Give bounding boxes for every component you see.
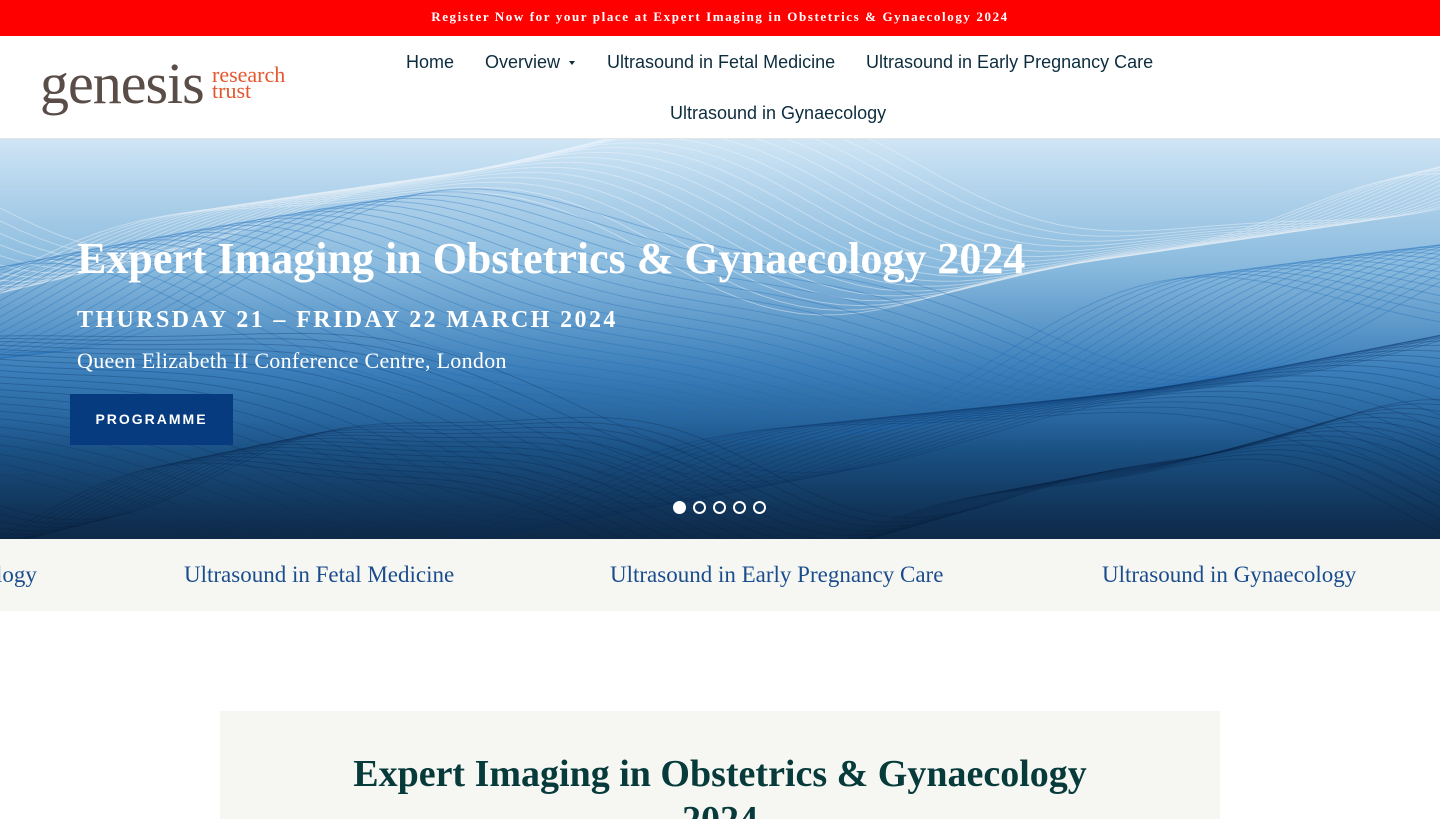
- programme-button[interactable]: PROGRAMME: [70, 394, 233, 445]
- slider-dots: [673, 501, 773, 515]
- slider-dot[interactable]: [693, 501, 706, 514]
- announcement-banner[interactable]: Register Now for your place at Expert Im…: [0, 0, 1440, 36]
- nav-early-pregnancy[interactable]: Ultrasound in Early Pregnancy Care: [866, 51, 1153, 73]
- site-header: genesis research trust Home Overview Ult…: [0, 36, 1440, 139]
- slider-dot[interactable]: [673, 501, 686, 514]
- ticker-item[interactable]: Ultrasound in Fetal Medicine: [184, 562, 454, 588]
- nav-overview-label: Overview: [485, 52, 561, 72]
- nav-home-label: Home: [406, 52, 455, 72]
- nav-fetal-medicine[interactable]: Ultrasound in Fetal Medicine: [607, 51, 835, 73]
- hero-title: Expert Imaging in Obstetrics & Gynaecolo…: [77, 234, 1026, 283]
- nav-home[interactable]: Home: [406, 51, 454, 73]
- slider-dot[interactable]: [713, 501, 726, 514]
- ticker-item[interactable]: logy: [0, 562, 37, 588]
- ticker-item[interactable]: Ultrasound in Gynaecology: [1102, 562, 1356, 588]
- hero-slider: Expert Imaging in Obstetrics & Gynaecolo…: [0, 139, 1440, 539]
- hero-venue: Queen Elizabeth II Conference Centre, Lo…: [77, 348, 507, 373]
- nav-gynaecology[interactable]: Ultrasound in Gynaecology: [670, 102, 886, 124]
- wave-background-image: [0, 139, 1440, 539]
- logo-subtitle: research trust: [212, 64, 285, 102]
- intro-card: Expert Imaging in Obstetrics & Gynaecolo…: [220, 711, 1220, 819]
- nav-fetal-label: Ultrasound in Fetal Medicine: [607, 52, 836, 72]
- nav-overview[interactable]: Overview: [485, 51, 576, 73]
- nav-gyn-label: Ultrasound in Gynaecology: [670, 103, 887, 123]
- intro-card-title: Expert Imaging in Obstetrics & Gynaecolo…: [353, 753, 1087, 819]
- hero-date: THURSDAY 21 – FRIDAY 22 MARCH 2024: [77, 307, 618, 333]
- nav-early-label: Ultrasound in Early Pregnancy Care: [866, 52, 1154, 72]
- topic-ticker: logy Ultrasound in Fetal Medicine Ultras…: [0, 539, 1440, 611]
- caret-down-icon: [569, 61, 576, 66]
- main-navigation: Home Overview Ultrasound in Fetal Medici…: [392, 36, 1182, 139]
- slider-dot[interactable]: [733, 501, 746, 514]
- slider-dot[interactable]: [753, 501, 766, 514]
- genesis-research-trust-logo[interactable]: genesis research trust: [40, 54, 300, 120]
- ticker-item[interactable]: Ultrasound in Early Pregnancy Care: [610, 562, 943, 588]
- logo-wordmark: genesis: [40, 51, 205, 116]
